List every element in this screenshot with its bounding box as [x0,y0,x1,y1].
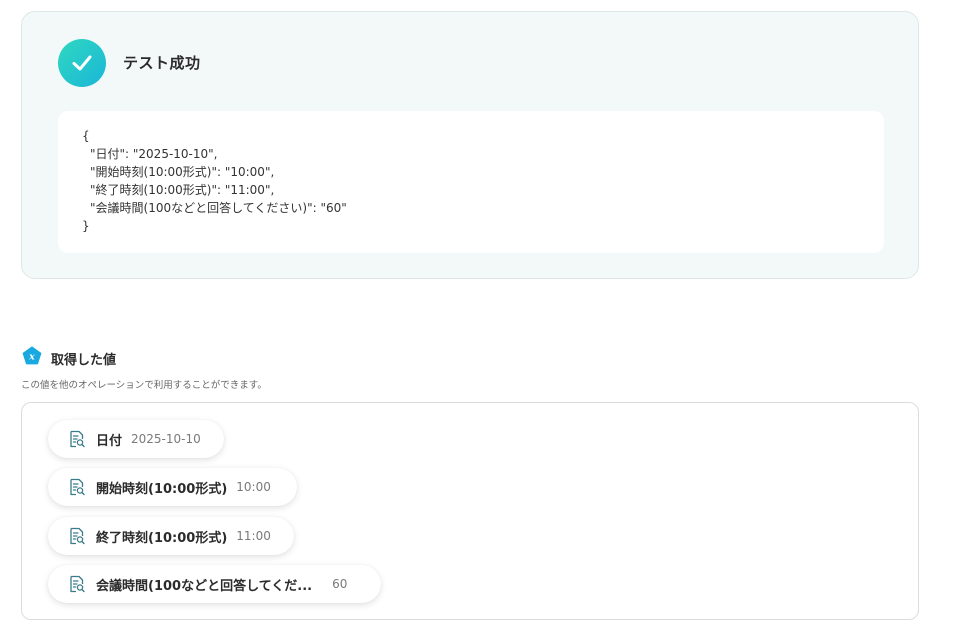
json-line: } [82,219,90,233]
document-search-icon [70,575,85,593]
retrieved-values-title: 取得した値 [51,352,117,368]
value-chip-label: 開始時刻(10:00形式) [96,481,228,497]
test-success-title: テスト成功 [123,54,201,72]
value-chip-value: 10:00 [236,480,271,494]
svg-text:x: x [28,352,35,363]
document-search-icon [70,478,85,496]
test-success-panel: テスト成功 { "日付": "2025-10-10", "開始時刻(10:00形… [21,11,919,279]
retrieved-values-list: 日付 2025-10-10 開始時刻(10:00形式) 10:00 終了時刻(1… [21,402,919,620]
json-line: { [82,129,90,143]
value-chip-date[interactable]: 日付 2025-10-10 [48,420,224,458]
value-chip-start-time[interactable]: 開始時刻(10:00形式) 10:00 [48,468,297,506]
json-output: { "日付": "2025-10-10", "開始時刻(10:00形式)": "… [58,111,884,253]
value-chip-value: 11:00 [236,529,271,543]
value-chip-label: 日付 [96,433,123,449]
value-chip-value: 2025-10-10 [131,432,201,446]
value-chip-label: 終了時刻(10:00形式) [96,530,228,546]
json-line: "会議時間(100などと回答してください)": "60" [90,201,347,215]
json-line: "日付": "2025-10-10", [90,147,218,161]
retrieved-values-header: x 取得した値 [22,346,116,370]
json-line: "開始時刻(10:00形式)": "10:00", [90,165,275,179]
value-chip-label: 会議時間(100などと回答してくだ... [96,578,313,594]
value-chip-meeting-duration[interactable]: 会議時間(100などと回答してくだ... 60 [48,565,381,603]
json-line: "終了時刻(10:00形式)": "11:00", [90,183,275,197]
variable-x-icon: x [22,346,42,370]
value-chip-value: 60 [332,577,348,591]
document-search-icon [70,527,85,545]
document-search-icon [70,430,85,448]
retrieved-values-description: この値を他のオペレーションで利用することができます。 [21,380,267,391]
check-icon [58,39,106,87]
value-chip-end-time[interactable]: 終了時刻(10:00形式) 11:00 [48,517,294,555]
